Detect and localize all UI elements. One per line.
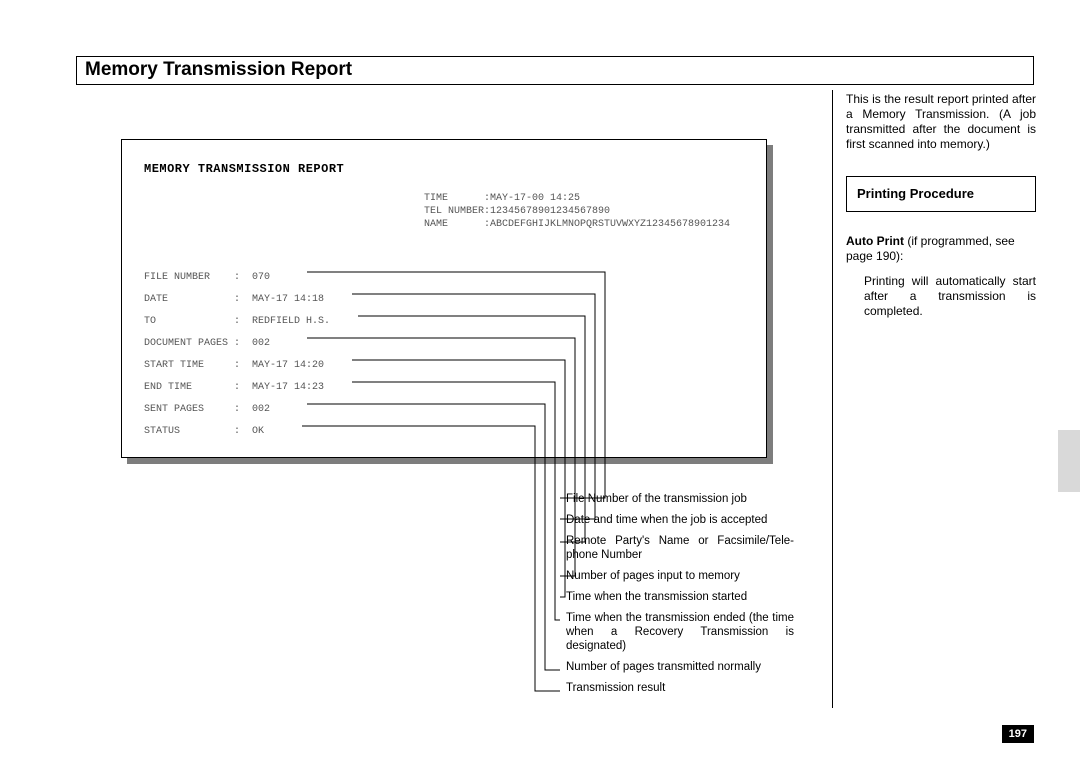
column-divider [832,90,833,708]
right-column: This is the result report printed after … [846,92,1036,319]
field-status: STATUS : OK [144,421,744,443]
page-number: 197 [1002,725,1034,743]
field-sent-pages: SENT PAGES : 002 [144,399,744,421]
section-tab [1058,430,1080,492]
autoprint-line: Auto Print (if programmed, see page 190)… [846,234,1036,264]
autoprint-bold: Auto Print [846,234,904,248]
section-title-box: Memory Transmission Report [76,56,1034,85]
field-document-pages: DOCUMENT PAGES : 002 [144,333,744,355]
report-header-tel: TEL NUMBER:12345678901234567890 [424,205,744,218]
callout-date: Date and time when the job is accepted [566,513,794,527]
callout-status: Transmission result [566,681,794,695]
procedure-title: Printing Procedure [857,186,974,201]
field-start-time: START TIME : MAY-17 14:20 [144,355,744,377]
callout-document-pages: Number of pages input to memory [566,569,794,583]
callout-start-time: Time when the transmission started [566,590,794,604]
report-panel: MEMORY TRANSMISSION REPORT TIME :MAY-17-… [121,139,767,458]
report-header-time: TIME :MAY-17-00 14:25 [424,192,744,205]
callout-to: Remote Party's Name or Facsimile/Tele­ph… [566,534,794,562]
intro-text: This is the result report printed after … [846,92,1036,152]
main-area: MEMORY TRANSMISSION REPORT TIME :MAY-17-… [76,92,1036,732]
section-title: Memory Transmission Report [85,59,352,80]
field-to: TO : REDFIELD H.S. [144,311,744,333]
callout-end-time: Time when the transmission ended (the ti… [566,611,794,653]
callout-labels: File Number of the transmission job Date… [566,492,794,702]
callout-file-number: File Number of the transmission job [566,492,794,506]
field-end-time: END TIME : MAY-17 14:23 [144,377,744,399]
autoprint-body: Printing will automatically start after … [864,274,1036,319]
report-fields: FILE NUMBER : 070 DATE : MAY-17 14:18 TO… [144,267,744,443]
procedure-box: Printing Procedure [846,176,1036,212]
callout-sent-pages: Number of pages transmitted normally [566,660,794,674]
report-header-name: NAME :ABCDEFGHIJKLMNOPQRSTUVWXYZ12345678… [424,218,744,231]
report-heading: MEMORY TRANSMISSION REPORT [144,162,744,176]
page: Memory Transmission Report MEMORY TRANSM… [0,0,1080,763]
field-date: DATE : MAY-17 14:18 [144,289,744,311]
field-file-number: FILE NUMBER : 070 [144,267,744,289]
